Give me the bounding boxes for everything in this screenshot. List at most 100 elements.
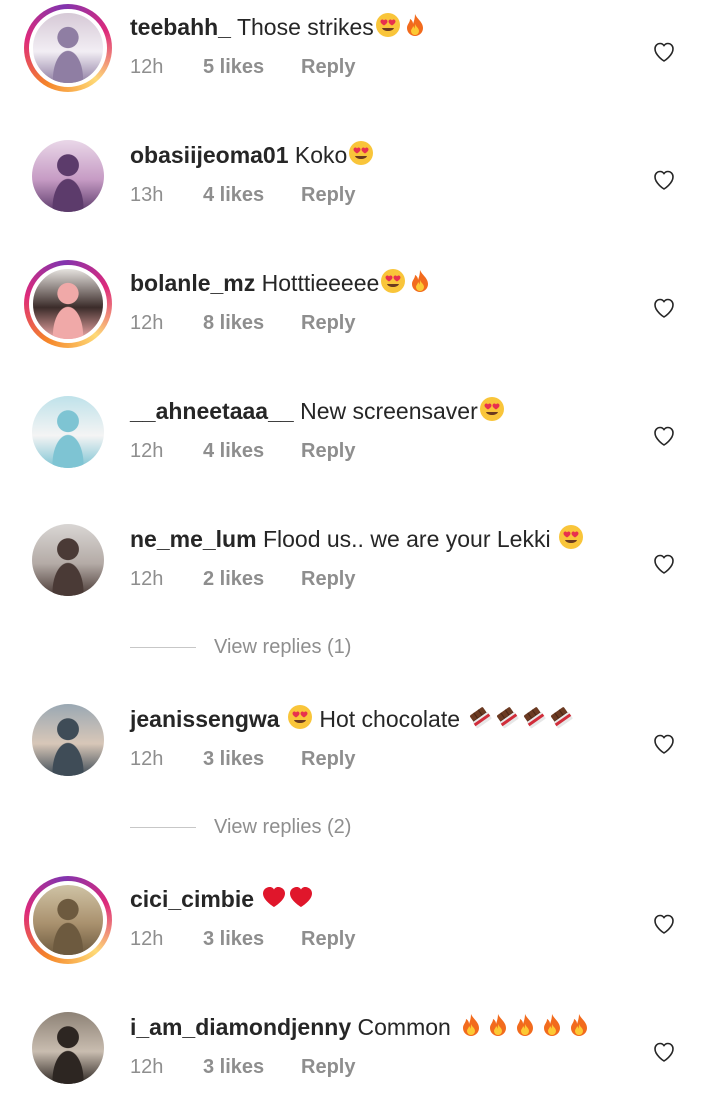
likes-count[interactable]: 2 likes xyxy=(203,566,264,592)
avatar[interactable] xyxy=(32,704,104,776)
avatar-photo xyxy=(29,265,107,343)
timestamp: 12h xyxy=(130,568,164,590)
comment-row: i_am_diamondjenny Common 12h 3 likes Reply xyxy=(0,1008,720,1118)
divider-line xyxy=(130,827,196,828)
comment-row: ne_me_lum Flood us.. we are your Lekki 1… xyxy=(0,520,720,630)
avatar[interactable] xyxy=(32,1012,104,1084)
fire-emoji-icon xyxy=(412,270,429,292)
fire-emoji-icon xyxy=(406,14,423,36)
likes-count[interactable]: 4 likes xyxy=(203,438,264,464)
avatar[interactable] xyxy=(24,876,112,964)
username-link[interactable]: cici_cimbie xyxy=(130,886,254,912)
comment-text: obasiijeoma01 Koko xyxy=(130,140,374,170)
heart-eyes-emoji-icon xyxy=(558,525,583,549)
view-replies-button[interactable]: View replies (2) xyxy=(130,812,530,842)
avatar[interactable] xyxy=(24,4,112,92)
heart-outline-icon[interactable] xyxy=(652,296,676,320)
avatar-photo xyxy=(32,140,104,212)
timestamp: 12h xyxy=(130,928,164,950)
view-replies-button[interactable]: View replies (1) xyxy=(130,632,530,662)
comment-body: Those strikes xyxy=(236,14,374,40)
view-replies-label[interactable]: View replies (2) xyxy=(214,812,351,842)
likes-count[interactable]: 5 likes xyxy=(203,54,264,80)
reply-button[interactable]: Reply xyxy=(301,54,355,80)
avatar-photo xyxy=(32,704,104,776)
chocolate-emoji-icon xyxy=(497,707,519,729)
reply-button[interactable]: Reply xyxy=(301,566,355,592)
heart-outline-icon[interactable] xyxy=(652,1040,676,1064)
heart-outline-icon[interactable] xyxy=(652,168,676,192)
reply-button[interactable]: Reply xyxy=(301,1054,355,1080)
comment-meta: 12h 3 likes Reply xyxy=(130,926,355,952)
avatar-photo xyxy=(29,9,107,87)
divider-line xyxy=(130,647,196,648)
fire-emoji-icon xyxy=(517,1014,534,1036)
timestamp: 12h xyxy=(130,748,164,770)
comment-text: __ahneetaaa__ New screensaver xyxy=(130,396,505,426)
reply-button[interactable]: Reply xyxy=(301,310,355,336)
comment-text: cici_cimbie xyxy=(130,884,314,914)
heart-outline-icon[interactable] xyxy=(652,40,676,64)
comment-row: obasiijeoma01 Koko 13h 4 likes Reply xyxy=(0,136,720,246)
comment-body: Common xyxy=(357,1014,458,1040)
reply-button[interactable]: Reply xyxy=(301,182,355,208)
comment-meta: 13h 4 likes Reply xyxy=(130,182,355,208)
heart-eyes-emoji-icon xyxy=(479,397,504,421)
avatar[interactable] xyxy=(32,140,104,212)
avatar[interactable] xyxy=(32,396,104,468)
reply-button[interactable]: Reply xyxy=(301,746,355,772)
timestamp: 12h xyxy=(130,312,164,334)
username-link[interactable]: i_am_diamondjenny xyxy=(130,1014,351,1040)
username-link[interactable]: ne_me_lum xyxy=(130,526,257,552)
comment-meta: 12h 8 likes Reply xyxy=(130,310,355,336)
username-link[interactable]: jeanissengwa xyxy=(130,706,280,732)
username-link[interactable]: obasiijeoma01 xyxy=(130,142,289,168)
username-link[interactable]: teebahh_ xyxy=(130,14,231,40)
avatar-photo xyxy=(32,524,104,596)
chocolate-emoji-icon xyxy=(470,707,492,729)
likes-count[interactable]: 3 likes xyxy=(203,926,264,952)
username-link[interactable]: bolanle_mz xyxy=(130,270,255,296)
timestamp: 12h xyxy=(130,56,164,78)
username-link[interactable]: __ahneetaaa__ xyxy=(130,398,294,424)
heart-eyes-emoji-icon xyxy=(381,269,406,293)
comment-text: ne_me_lum Flood us.. we are your Lekki xyxy=(130,524,584,554)
fire-emoji-icon xyxy=(544,1014,561,1036)
comment-meta: 12h 3 likes Reply xyxy=(130,746,355,772)
comment-row: __ahneetaaa__ New screensaver 12h 4 likes R… xyxy=(0,392,720,502)
red-heart-emoji-icon xyxy=(290,887,313,907)
likes-count[interactable]: 3 likes xyxy=(203,1054,264,1080)
comment-text: i_am_diamondjenny Common xyxy=(130,1012,592,1042)
reply-button[interactable]: Reply xyxy=(301,438,355,464)
avatar-photo xyxy=(29,881,107,959)
fire-emoji-icon xyxy=(490,1014,507,1036)
comment-body: New screensaver xyxy=(300,398,478,424)
heart-outline-icon[interactable] xyxy=(652,732,676,756)
comment-body: Hotttieeeee xyxy=(261,270,380,296)
likes-count[interactable]: 4 likes xyxy=(203,182,264,208)
view-replies-label[interactable]: View replies (1) xyxy=(214,632,351,662)
red-heart-emoji-icon xyxy=(263,887,286,907)
avatar[interactable] xyxy=(24,260,112,348)
reply-button[interactable]: Reply xyxy=(301,926,355,952)
comment-body: Hot chocolate xyxy=(312,706,467,732)
comment-text: jeanissengwa Hot chocolate xyxy=(130,704,574,734)
heart-outline-icon[interactable] xyxy=(652,424,676,448)
avatar-photo xyxy=(32,396,104,468)
fire-emoji-icon xyxy=(571,1014,588,1036)
likes-count[interactable]: 8 likes xyxy=(203,310,264,336)
comment-body: Flood us.. we are your Lekki xyxy=(262,526,557,552)
comment-row: bolanle_mz Hotttieeeee 12h 8 likes Reply xyxy=(0,260,720,374)
heart-eyes-emoji-icon xyxy=(375,13,400,37)
heart-eyes-emoji-icon xyxy=(349,141,374,165)
comment-row: cici_cimbie 12h 3 likes Reply xyxy=(0,876,720,990)
comment-row: jeanissengwa Hot chocolate 12h 3 likes Rep… xyxy=(0,700,720,810)
likes-count[interactable]: 3 likes xyxy=(203,746,264,772)
heart-outline-icon[interactable] xyxy=(652,552,676,576)
avatar[interactable] xyxy=(32,524,104,596)
chocolate-emoji-icon xyxy=(551,707,573,729)
comment-row: teebahh_ Those strikes 12h 5 likes Reply xyxy=(0,4,720,118)
heart-outline-icon[interactable] xyxy=(652,912,676,936)
timestamp: 12h xyxy=(130,440,164,462)
comment-text: bolanle_mz Hotttieeeee xyxy=(130,268,433,298)
